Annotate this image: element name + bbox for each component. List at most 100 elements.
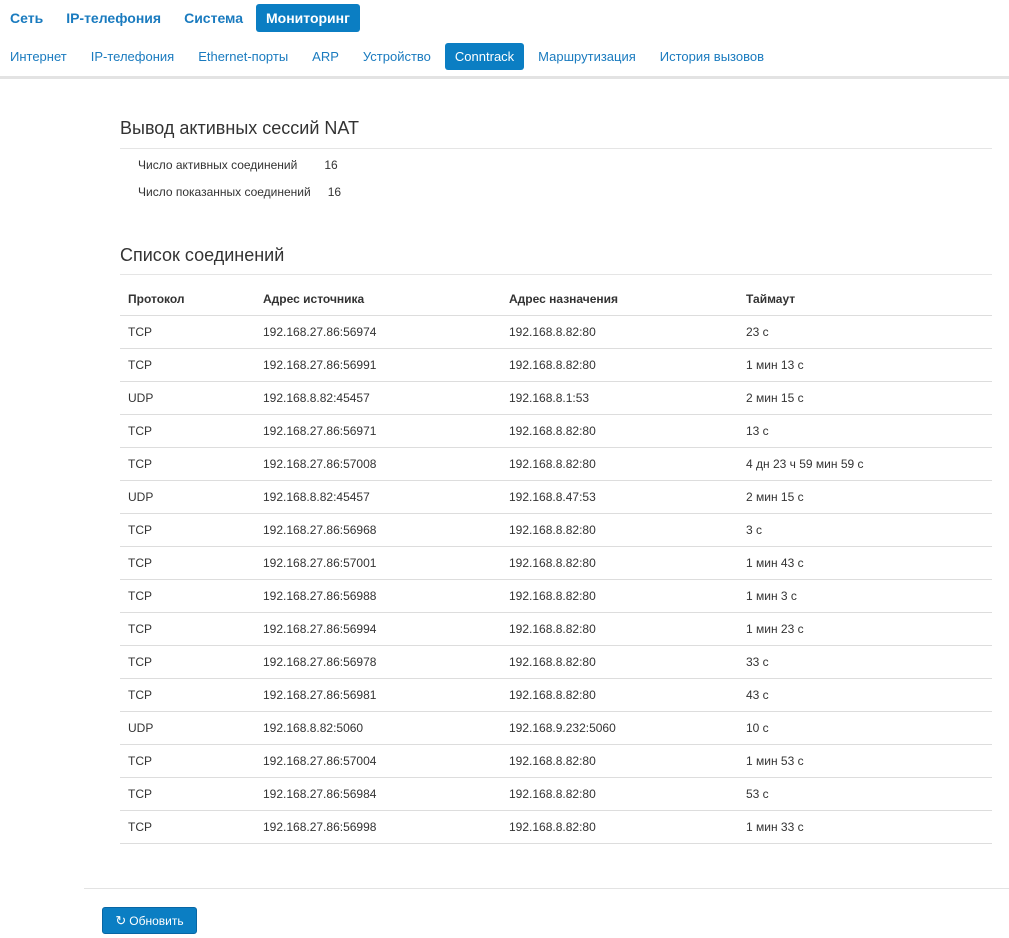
connections-table: Протокол Адрес источника Адрес назначени…	[120, 283, 992, 844]
nat-section-divider	[120, 148, 992, 149]
header-source-address: Адрес источника	[255, 283, 501, 316]
source-address-cell: 192.168.27.86:56968	[255, 513, 501, 547]
destination-address-cell: 192.168.8.82:80	[501, 810, 738, 844]
nav-item-ip-telephony[interactable]: IP-телефония	[56, 4, 171, 32]
active-connections-row: Число активных соединений 16	[138, 158, 338, 172]
source-address-cell: 192.168.27.86:56971	[255, 414, 501, 448]
tab-call-history[interactable]: История вызовов	[650, 43, 774, 70]
destination-address-cell: 192.168.8.82:80	[501, 315, 738, 349]
timeout-cell: 4 дн 23 ч 59 мин 59 с	[738, 447, 992, 481]
active-connections-value: 16	[324, 158, 338, 172]
source-address-cell: 192.168.27.86:56978	[255, 645, 501, 679]
header-timeout: Таймаут	[738, 283, 992, 316]
header-protocol: Протокол	[120, 283, 255, 316]
source-address-cell: 192.168.27.86:57004	[255, 744, 501, 778]
timeout-cell: 1 мин 23 с	[738, 612, 992, 646]
table-row: TCP 192.168.27.86:56988 192.168.8.82:80 1 м…	[120, 579, 992, 613]
timeout-cell: 2 мин 15 с	[738, 480, 992, 514]
nat-section-title: Вывод активных сессий NAT	[120, 118, 360, 138]
tab-arp[interactable]: ARP	[302, 43, 349, 70]
table-row: TCP 192.168.27.86:56991 192.168.8.82:80 1 м…	[120, 348, 992, 382]
table-row: TCP 192.168.27.86:56971 192.168.8.82:80 13 …	[120, 414, 992, 448]
protocol-cell: UDP	[120, 381, 255, 415]
protocol-cell: TCP	[120, 414, 255, 448]
source-address-cell: 192.168.27.86:56984	[255, 777, 501, 811]
table-row: UDP 192.168.8.82:45457 192.168.8.1:53 2 мин…	[120, 381, 992, 415]
protocol-cell: TCP	[120, 315, 255, 349]
protocol-cell: TCP	[120, 546, 255, 580]
source-address-cell: 192.168.27.86:56981	[255, 678, 501, 712]
destination-address-cell: 192.168.8.82:80	[501, 744, 738, 778]
nav-item-network[interactable]: Сеть	[0, 4, 53, 32]
source-address-cell: 192.168.27.86:57001	[255, 546, 501, 580]
timeout-cell: 2 мин 15 с	[738, 381, 992, 415]
destination-address-cell: 192.168.8.82:80	[501, 777, 738, 811]
tab-routing[interactable]: Маршрутизация	[528, 43, 646, 70]
destination-address-cell: 192.168.8.82:80	[501, 513, 738, 547]
active-connections-label: Число активных соединений	[138, 158, 298, 172]
protocol-cell: TCP	[120, 777, 255, 811]
source-address-cell: 192.168.8.82:5060	[255, 711, 501, 745]
destination-address-cell: 192.168.8.82:80	[501, 579, 738, 613]
protocol-cell: TCP	[120, 645, 255, 679]
protocol-cell: TCP	[120, 579, 255, 613]
main-nav: Сеть IP-телефония Система Мониторинг	[0, 4, 363, 32]
refresh-button-label: Обновить	[129, 913, 184, 928]
destination-address-cell: 192.168.8.82:80	[501, 447, 738, 481]
shown-connections-row: Число показанных соединений 16	[138, 185, 341, 199]
source-address-cell: 192.168.8.82:45457	[255, 480, 501, 514]
destination-address-cell: 192.168.8.1:53	[501, 381, 738, 415]
shown-connections-label: Число показанных соединений	[138, 185, 311, 199]
table-row: TCP 192.168.27.86:57008 192.168.8.82:80 4 д…	[120, 447, 992, 481]
tab-conntrack[interactable]: Conntrack	[444, 43, 525, 70]
protocol-cell: TCP	[120, 447, 255, 481]
table-row: TCP 192.168.27.86:56981 192.168.8.82:80 43 …	[120, 678, 992, 712]
source-address-cell: 192.168.8.82:45457	[255, 381, 501, 415]
tab-internet[interactable]: Интернет	[0, 43, 77, 70]
table-row: TCP 192.168.27.86:56978 192.168.8.82:80 33 …	[120, 645, 992, 679]
protocol-cell: TCP	[120, 744, 255, 778]
protocol-cell: TCP	[120, 513, 255, 547]
timeout-cell: 1 мин 43 с	[738, 546, 992, 580]
tab-device[interactable]: Устройство	[353, 43, 441, 70]
refresh-button[interactable]: ↻ Обновить	[102, 907, 197, 934]
tab-ip-telephony[interactable]: IP-телефония	[81, 43, 184, 70]
source-address-cell: 192.168.27.86:56998	[255, 810, 501, 844]
nav-divider	[0, 76, 1009, 79]
protocol-cell: UDP	[120, 711, 255, 745]
destination-address-cell: 192.168.8.82:80	[501, 645, 738, 679]
shown-connections-value: 16	[327, 185, 342, 199]
protocol-cell: TCP	[120, 678, 255, 712]
destination-address-cell: 192.168.8.82:80	[501, 348, 738, 382]
table-row: TCP 192.168.27.86:57001 192.168.8.82:80 1 м…	[120, 546, 992, 580]
protocol-cell: TCP	[120, 612, 255, 646]
protocol-cell: TCP	[120, 348, 255, 382]
tab-ethernet-ports[interactable]: Ethernet-порты	[188, 43, 298, 70]
destination-address-cell: 192.168.8.47:53	[501, 480, 738, 514]
table-row: UDP 192.168.8.82:45457 192.168.8.47:53 2 ми…	[120, 480, 992, 514]
source-address-cell: 192.168.27.86:56991	[255, 348, 501, 382]
sub-nav: Интернет IP-телефония Ethernet-порты ARP…	[0, 43, 778, 70]
destination-address-cell: 192.168.8.82:80	[501, 414, 738, 448]
table-row: UDP 192.168.8.82:5060 192.168.9.232:5060 10…	[120, 711, 992, 745]
connections-section-divider	[120, 274, 992, 275]
timeout-cell: 43 с	[738, 678, 992, 712]
destination-address-cell: 192.168.8.82:80	[501, 546, 738, 580]
timeout-cell: 1 мин 53 с	[738, 744, 992, 778]
table-row: TCP 192.168.27.86:56974 192.168.8.82:80 23 …	[120, 315, 992, 349]
source-address-cell: 192.168.27.86:56994	[255, 612, 501, 646]
footer-divider	[84, 888, 1009, 889]
timeout-cell: 1 мин 33 с	[738, 810, 992, 844]
header-destination-address: Адрес назначения	[501, 283, 738, 316]
table-row: TCP 192.168.27.86:56998 192.168.8.82:80 1 м…	[120, 810, 992, 844]
protocol-cell: TCP	[120, 810, 255, 844]
nav-item-system[interactable]: Система	[174, 4, 253, 32]
table-header-row: Протокол Адрес источника Адрес назначени…	[120, 283, 992, 316]
timeout-cell: 1 мин 3 с	[738, 579, 992, 613]
timeout-cell: 1 мин 13 с	[738, 348, 992, 382]
timeout-cell: 13 с	[738, 414, 992, 448]
refresh-icon: ↻	[115, 913, 127, 928]
nav-item-monitoring[interactable]: Мониторинг	[256, 4, 360, 32]
destination-address-cell: 192.168.8.82:80	[501, 678, 738, 712]
connections-section-title: Список соединений	[120, 245, 285, 265]
